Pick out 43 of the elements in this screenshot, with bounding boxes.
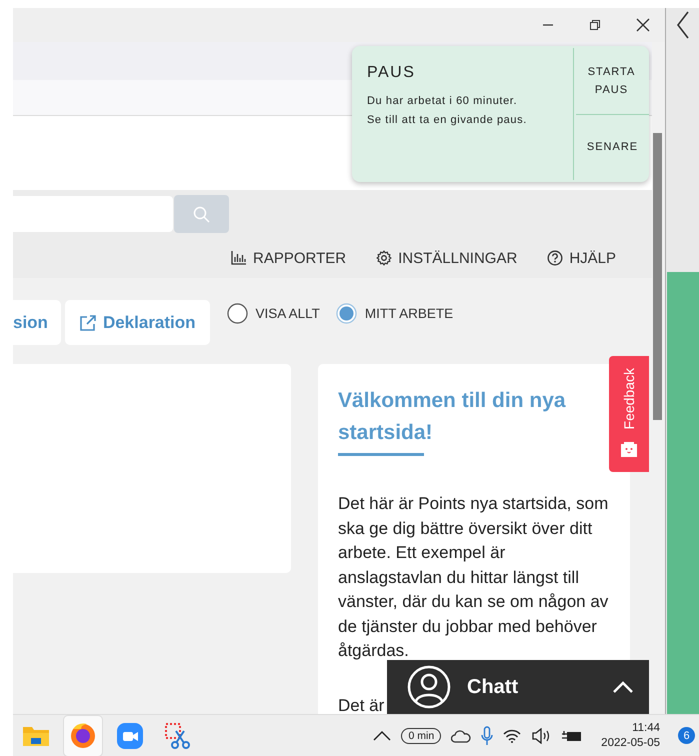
- chevron-up-icon[interactable]: [373, 730, 392, 740]
- settings-icon: [376, 250, 392, 266]
- taskbar-app[interactable]: [64, 716, 102, 756]
- video-camera-icon: [115, 720, 145, 750]
- welcome-text: Det här är Points nya startsida, som ska ge dig bättre översikt över ditt arbete. Ett exempel är anslagstavlan du hittar längst till vänster, där du kan se om någon av de tjänster du jobbar med behöver åtgärdas.: [338, 493, 610, 662]
- popup-title: PAUS: [367, 64, 416, 82]
- welcome-text: Det är: [338, 694, 384, 714]
- chat-button[interactable]: Chatt: [387, 660, 649, 714]
- restore-icon[interactable]: [589, 19, 601, 31]
- close-icon[interactable]: [636, 18, 650, 32]
- scrollbar-thumb[interactable]: [653, 133, 662, 420]
- chevron-up-icon: [613, 681, 633, 693]
- browser-icon: [68, 720, 98, 750]
- popup-action[interactable]: STARTA PAUS: [574, 48, 649, 114]
- search-field[interactable]: [13, 196, 173, 232]
- wifi-icon[interactable]: [503, 728, 522, 742]
- chevron-left-icon[interactable]: [676, 10, 690, 40]
- popup-message: Se till att ta en givande paus.: [367, 113, 527, 128]
- external-link-icon: [78, 314, 97, 332]
- popup-message: Du har arbetat i 60 minuter.: [367, 94, 518, 109]
- tab[interactable]: Deklaration: [64, 300, 210, 345]
- battery-plug-icon[interactable]: [561, 728, 584, 742]
- popup-action[interactable]: SENARE: [576, 114, 649, 180]
- cloud-icon[interactable]: [451, 728, 472, 742]
- timer-pill[interactable]: 0 min: [401, 728, 442, 744]
- help-icon: [547, 250, 564, 266]
- bar-chart-icon: [231, 250, 248, 266]
- welcome-title: Välkommen till din nya startsida!: [338, 388, 567, 446]
- search-icon: [193, 206, 210, 222]
- nav-link[interactable]: INSTÄLLNINGAR: [376, 250, 518, 266]
- radio-option[interactable]: VISA ALLT: [226, 303, 320, 324]
- smiley-icon: [620, 441, 638, 458]
- volume-icon[interactable]: [531, 728, 552, 744]
- tab[interactable]: sion: [13, 300, 61, 345]
- nav-link[interactable]: RAPPORTER: [231, 250, 346, 266]
- scissors-icon: [162, 720, 192, 750]
- radio-option[interactable]: MITT ARBETE: [336, 303, 454, 324]
- microphone-icon[interactable]: [481, 726, 494, 746]
- clock[interactable]: 11:44 2022-05-05: [601, 720, 660, 750]
- user-icon: [407, 665, 451, 709]
- feedback-button[interactable]: Feedback: [609, 356, 649, 472]
- notification-badge[interactable]: 6: [678, 727, 695, 744]
- nav-link[interactable]: HJÄLP: [547, 250, 616, 266]
